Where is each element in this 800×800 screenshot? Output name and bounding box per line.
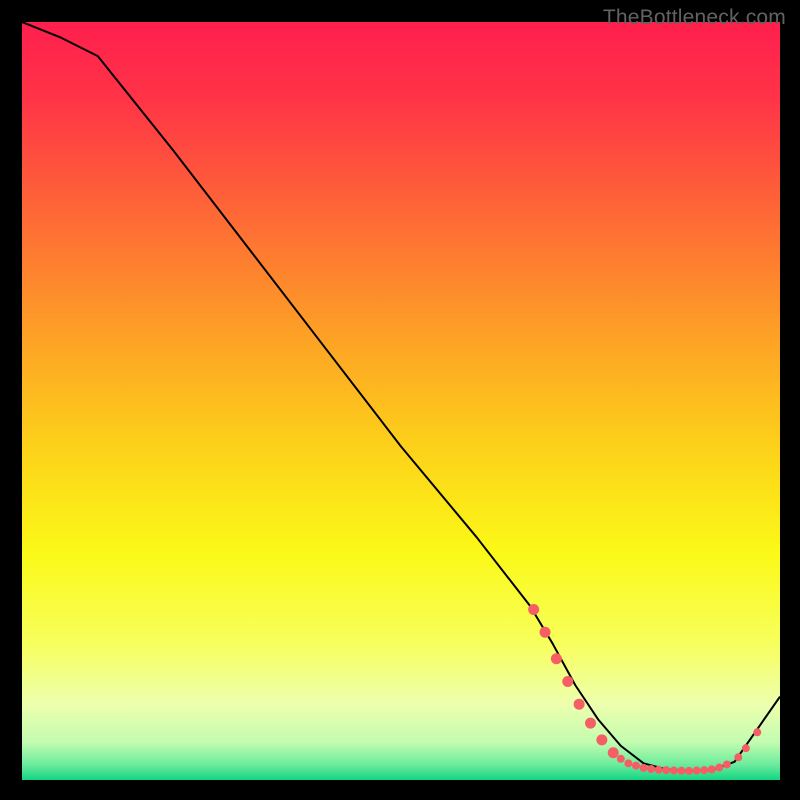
plot-area: [22, 22, 780, 780]
watermark-text: TheBottleneck.com: [603, 6, 786, 30]
marker-point: [632, 762, 640, 770]
chart-svg: [22, 22, 780, 780]
chart-frame: TheBottleneck.com: [0, 0, 800, 800]
marker-point: [708, 765, 716, 773]
marker-point: [528, 604, 539, 615]
marker-point: [596, 734, 607, 745]
marker-point: [655, 766, 663, 774]
marker-point: [551, 653, 562, 664]
marker-point: [624, 759, 632, 767]
marker-point: [640, 764, 648, 772]
marker-point: [742, 744, 750, 752]
marker-point: [662, 766, 670, 774]
marker-point: [574, 699, 585, 710]
marker-point: [693, 767, 701, 775]
marker-point: [585, 718, 596, 729]
marker-point: [608, 747, 619, 758]
marker-point: [753, 728, 761, 736]
marker-point: [540, 627, 551, 638]
gradient-background: [22, 22, 780, 780]
marker-point: [715, 763, 723, 771]
marker-point: [562, 676, 573, 687]
marker-point: [685, 767, 693, 775]
marker-point: [700, 766, 708, 774]
marker-point: [647, 765, 655, 773]
marker-point: [734, 753, 742, 761]
marker-point: [677, 767, 685, 775]
marker-point: [617, 755, 625, 763]
marker-point: [670, 767, 678, 775]
marker-point: [723, 760, 731, 768]
